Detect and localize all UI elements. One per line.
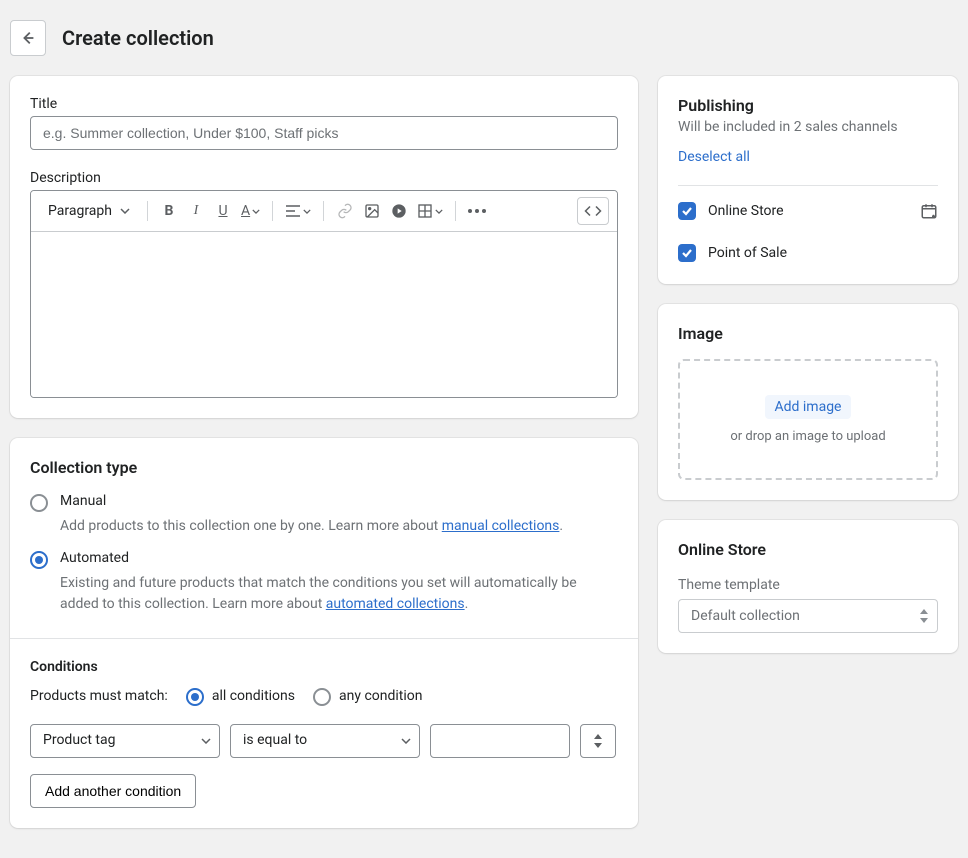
rte-style-label: Paragraph [48,203,112,219]
separator [323,201,324,221]
italic-button[interactable]: I [183,197,209,225]
image-heading: Image [678,324,938,343]
link-button[interactable] [332,197,358,225]
add-image-button[interactable]: Add image [765,395,852,419]
code-icon [584,204,602,218]
automated-collections-link[interactable]: automated collections [326,596,465,612]
condition-value-input[interactable] [430,724,570,758]
theme-template-label: Theme template [678,577,938,593]
image-button[interactable] [359,197,385,225]
code-view-button[interactable] [577,197,609,225]
rte-style-select[interactable]: Paragraph [39,197,139,225]
arrow-left-icon [19,29,37,47]
video-button[interactable] [386,197,412,225]
align-button[interactable] [281,197,315,225]
caret-down-icon [201,738,211,744]
condition-operator-value: is equal to [243,732,307,748]
condition-field-value: Product tag [43,732,115,748]
title-input[interactable] [30,116,618,150]
underline-button[interactable]: U [210,197,236,225]
condition-field-select[interactable]: Product tag [30,724,220,758]
separator [147,201,148,221]
rich-text-editor: Paragraph B I U A [30,190,618,398]
description-input[interactable] [31,232,617,397]
checkbox-checked-icon [678,202,696,220]
bold-button[interactable]: B [156,197,182,225]
table-button[interactable] [413,197,447,225]
align-left-icon [285,204,301,218]
radio-icon [313,688,331,706]
back-button[interactable] [10,20,46,56]
separator [272,201,273,221]
collection-type-heading: Collection type [30,458,618,477]
automated-helper: Existing and future products that match … [60,573,618,614]
condition-sort-button[interactable] [580,724,616,758]
theme-template-select[interactable]: Default collection [678,599,938,633]
radio-icon [30,551,48,569]
condition-operator-select[interactable]: is equal to [230,724,420,758]
schedule-button[interactable] [920,202,938,220]
publishing-heading: Publishing [678,96,938,115]
radio-automated-label: Automated [60,550,129,566]
rte-toolbar: Paragraph B I U A [31,191,617,232]
manual-collections-link[interactable]: manual collections [442,518,560,534]
manual-helper: Add products to this collection one by o… [60,516,618,536]
channel-label: Online Store [708,203,908,219]
separator [455,201,456,221]
checkbox-checked-icon [678,244,696,262]
page-title: Create collection [62,26,214,50]
image-icon [364,203,380,219]
channel-point-of-sale[interactable]: Point of Sale [678,232,938,274]
radio-icon [186,688,204,706]
radio-any-condition[interactable]: any condition [313,687,423,706]
theme-template-value: Default collection [691,608,800,624]
all-conditions-label: all conditions [212,688,295,704]
channel-online-store[interactable]: Online Store [678,190,938,232]
caret-down-icon [252,209,260,214]
radio-all-conditions[interactable]: all conditions [186,687,295,706]
more-button[interactable] [464,197,490,225]
radio-icon [30,494,48,512]
sort-icon [593,734,603,748]
title-label: Title [30,96,618,112]
calendar-icon [920,202,938,220]
caret-down-icon [401,738,411,744]
channel-label: Point of Sale [708,245,938,261]
conditions-heading: Conditions [30,659,618,675]
caret-down-icon [120,208,130,214]
any-condition-label: any condition [339,688,423,704]
play-circle-icon [391,203,407,219]
deselect-all-link[interactable]: Deselect all [678,149,750,165]
text-color-button[interactable]: A [237,197,264,225]
dropzone-text: or drop an image to upload [690,429,926,444]
link-icon [337,203,353,219]
caret-down-icon [303,209,311,214]
online-store-heading: Online Store [678,540,938,559]
select-updown-icon [919,609,929,623]
caret-down-icon [435,209,443,214]
description-label: Description [30,170,618,186]
match-label: Products must match: [30,688,168,704]
image-dropzone[interactable]: Add image or drop an image to upload [678,359,938,480]
add-condition-button[interactable]: Add another condition [30,774,196,808]
radio-manual[interactable]: Manual [30,493,618,512]
dots-horizontal-icon [468,209,486,213]
radio-automated[interactable]: Automated [30,550,618,569]
radio-manual-label: Manual [60,493,106,509]
publishing-sub: Will be included in 2 sales channels [678,119,938,135]
table-icon [417,203,433,219]
